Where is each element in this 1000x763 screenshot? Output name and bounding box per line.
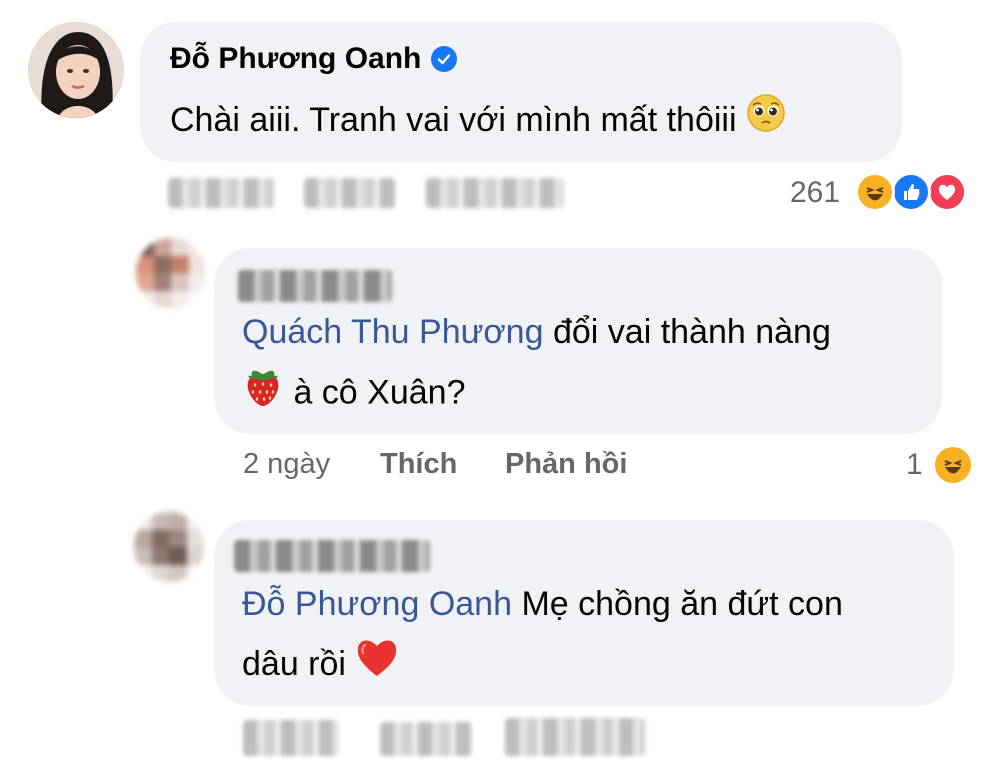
verified-badge-icon: [431, 46, 458, 72]
pleading-face-icon: [746, 92, 786, 152]
reply-reaction-count[interactable]: 1: [906, 448, 923, 482]
like-button-blurred[interactable]: [380, 722, 472, 756]
reaction-summary[interactable]: [855, 172, 975, 214]
love-reaction-icon: [927, 172, 967, 212]
reply-button-blurred[interactable]: [505, 718, 645, 756]
comment-text-content: Chài aiii. Tranh vai với mình mất thôiii: [170, 101, 737, 139]
red-heart-icon: [355, 636, 399, 697]
haha-reaction-icon[interactable]: [932, 444, 974, 486]
reply-text: Đỗ Phương Oanh Mẹ chồng ăn đứt con dâu r…: [242, 574, 942, 697]
reply-button[interactable]: Phản hồi: [505, 448, 627, 481]
like-button-blurred[interactable]: [304, 178, 396, 208]
reply-text: Quách Thu Phương đổi vai thành nàng à cô…: [242, 302, 932, 427]
reply-text-line2: à cô Xuân?: [284, 373, 466, 412]
reply-time[interactable]: 2 ngày: [243, 448, 330, 481]
avatar[interactable]: [28, 22, 124, 118]
reply-avatar[interactable]: [134, 512, 204, 582]
haha-reaction-icon: [855, 172, 895, 212]
mention-link[interactable]: Đỗ Phương Oanh: [242, 585, 512, 623]
comment-author[interactable]: Đỗ Phương Oanh: [170, 42, 458, 76]
like-button-label[interactable]: Thích: [380, 448, 457, 480]
mention-link[interactable]: Quách Thu Phương: [242, 313, 544, 351]
strawberry-icon: [242, 362, 284, 427]
like-reaction-icon: [891, 172, 931, 212]
reply-avatar[interactable]: [136, 238, 206, 308]
reply-text-line1: đổi vai thành nàng: [543, 313, 831, 351]
reaction-count[interactable]: 261: [790, 176, 840, 210]
profile-photo: [28, 22, 124, 118]
reply-bubble: Đỗ Phương Oanh Mẹ chồng ăn đứt con dâu r…: [214, 520, 954, 706]
reply-time-blurred: [243, 720, 339, 756]
reply-button-label[interactable]: Phản hồi: [505, 448, 627, 480]
reply-author-blurred[interactable]: [238, 270, 392, 302]
reply-text-line2: dâu rồi: [242, 645, 346, 683]
comment-text: Chài aiii. Tranh vai với mình mất thôiii: [170, 90, 786, 152]
reply-button-blurred[interactable]: [426, 178, 564, 208]
reply-text-line1: Mẹ chồng ăn đứt con: [512, 585, 843, 623]
reply-bubble: Quách Thu Phương đổi vai thành nàng à cô…: [214, 248, 942, 434]
reply-author-blurred[interactable]: [234, 540, 430, 572]
like-button[interactable]: Thích: [380, 448, 457, 481]
author-name[interactable]: Đỗ Phương Oanh: [170, 42, 421, 76]
comment-bubble: Đỗ Phương Oanh Chài aiii. Tranh vai với …: [140, 22, 902, 162]
comment-time-blurred: [168, 178, 274, 208]
